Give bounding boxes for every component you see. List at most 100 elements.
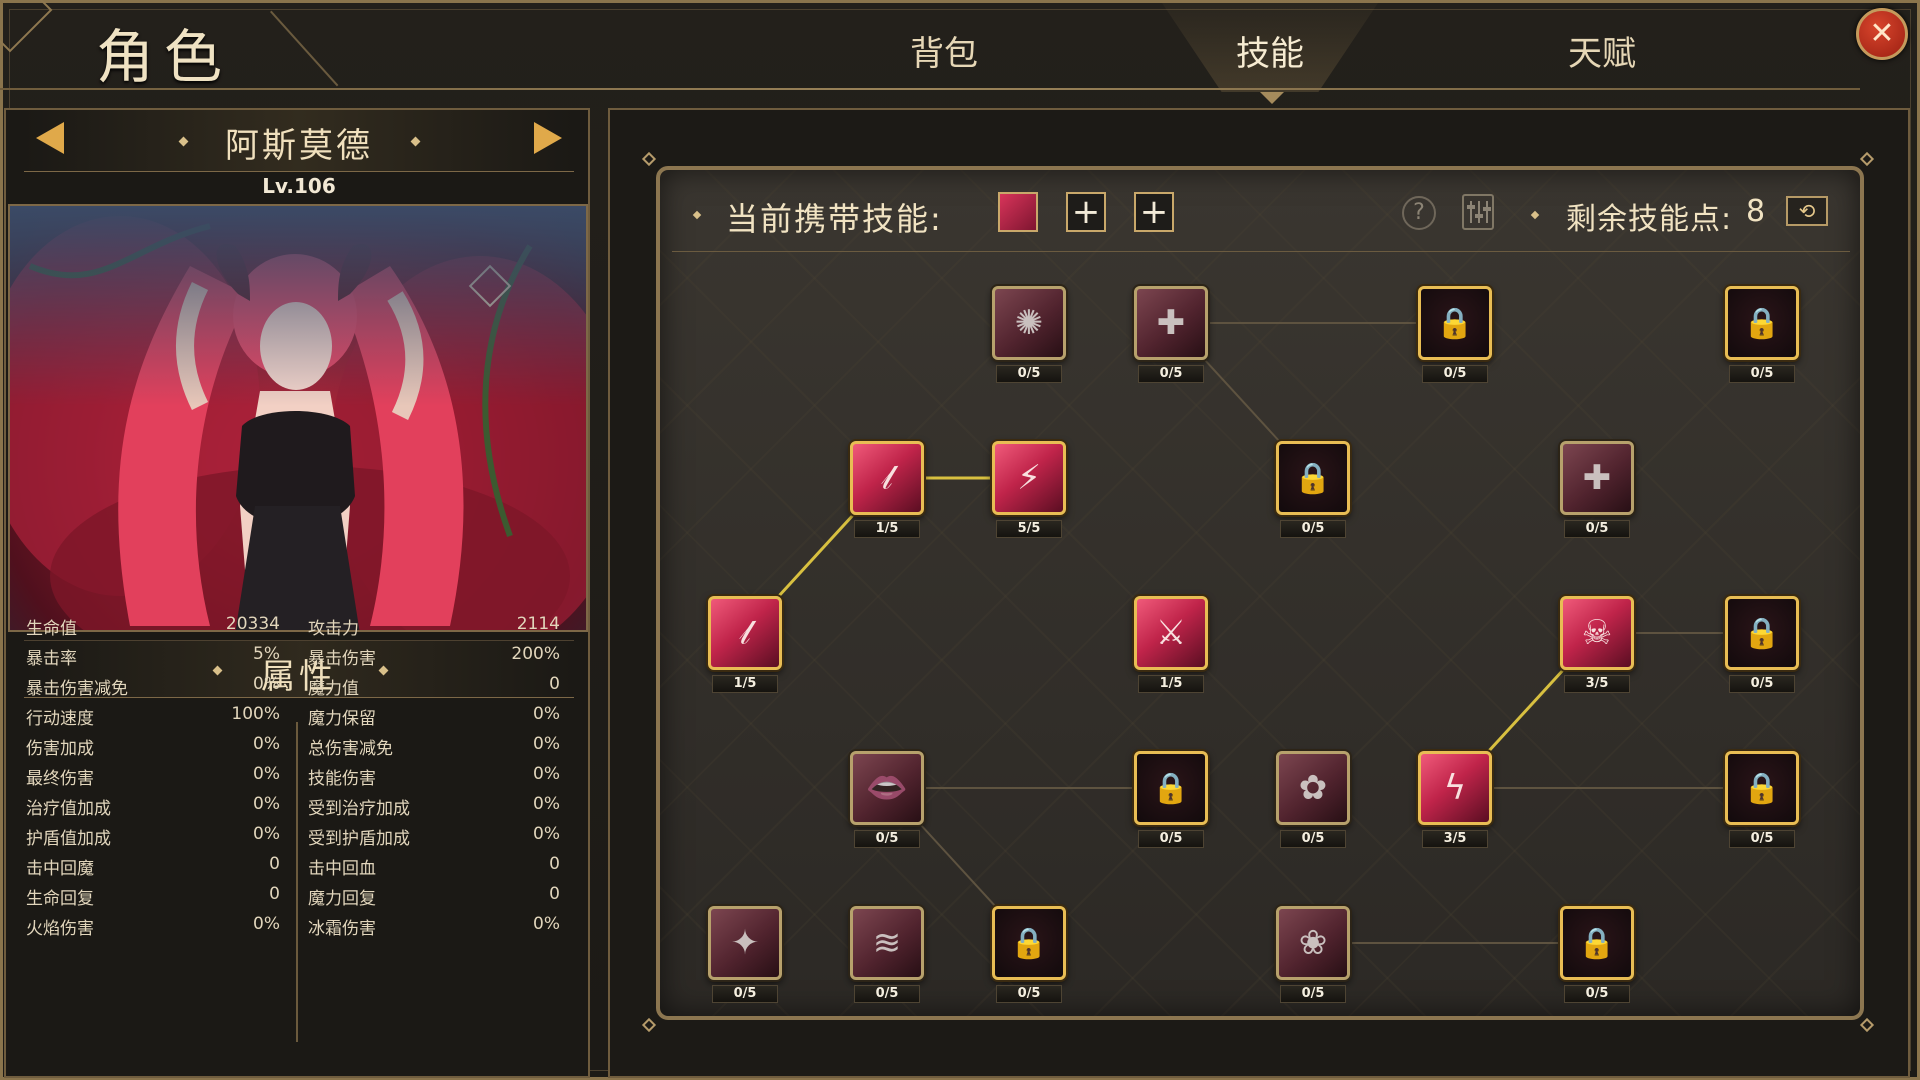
skill-icon: 👄 <box>865 768 909 808</box>
skill-level-label: 0/5 <box>1564 520 1630 538</box>
attribute-row: 生命值 20334 <box>26 614 280 639</box>
skill-node[interactable]: 𝓁 <box>850 441 924 515</box>
attribute-value: 200% <box>511 644 560 664</box>
skill-level-label: 0/5 <box>996 365 1062 383</box>
attribute-value: 5% <box>253 644 280 664</box>
skill-level-label: 3/5 <box>1422 830 1488 848</box>
attribute-value: 0 <box>269 884 280 904</box>
tab-skills[interactable]: 技能 <box>1180 26 1360 75</box>
character-portrait <box>8 204 588 632</box>
tab-talent[interactable]: 天赋 <box>1512 26 1692 75</box>
lock-icon: 🔒 <box>1743 615 1781 651</box>
attribute-row: 生命回复 0 <box>26 884 280 909</box>
header-divider <box>0 88 1860 90</box>
skill-icon: ✺ <box>1014 303 1044 343</box>
attribute-row: 行动速度 100% <box>26 704 280 729</box>
attribute-value: 0% <box>533 764 560 784</box>
skill-points-label: 剩余技能点: <box>1566 202 1733 237</box>
skill-level-label: 3/5 <box>1564 675 1630 693</box>
attribute-row: 魔力保留 0% <box>308 704 560 729</box>
skill-node-locked[interactable]: 🔒 <box>992 906 1066 980</box>
skill-node[interactable]: ✦ <box>708 906 782 980</box>
equipped-skill-slot-1[interactable] <box>998 192 1038 232</box>
add-skill-slot-button[interactable]: + <box>1134 192 1174 232</box>
skill-node[interactable]: 👄 <box>850 751 924 825</box>
attribute-name: 最终伤害 <box>26 769 94 789</box>
attribute-value: 0% <box>253 734 280 754</box>
skill-node[interactable]: ϟ <box>1418 751 1492 825</box>
attribute-row: 魔力回复 0 <box>308 884 560 909</box>
help-icon[interactable]: ? <box>1402 196 1436 230</box>
skill-level-label: 0/5 <box>1422 365 1488 383</box>
skill-level-label: 1/5 <box>712 675 778 693</box>
page-title: 角色 <box>96 23 233 91</box>
attribute-row: 暴击伤害 200% <box>308 644 560 669</box>
skill-node[interactable]: ⚔ <box>1134 596 1208 670</box>
add-skill-slot-button[interactable]: + <box>1066 192 1106 232</box>
attribute-name: 技能伤害 <box>308 769 376 789</box>
tab-backpack[interactable]: 背包 <box>854 26 1034 75</box>
skill-node[interactable]: ✿ <box>1276 751 1350 825</box>
skill-level-label: 0/5 <box>1564 985 1630 1003</box>
skill-level-label: 0/5 <box>1729 365 1795 383</box>
attribute-value: 0% <box>533 914 560 934</box>
attribute-row: 护盾值加成 0% <box>26 824 280 849</box>
skill-node-locked[interactable]: 🔒 <box>1725 286 1799 360</box>
reset-skills-button[interactable]: ⟲ <box>1786 196 1828 226</box>
next-character-arrow-icon[interactable] <box>534 122 562 154</box>
skill-node-locked[interactable]: 🔒 <box>1725 596 1799 670</box>
character-name-bar: 阿斯莫德 <box>24 110 574 172</box>
skill-node[interactable]: ❀ <box>1276 906 1350 980</box>
attribute-name: 魔力值 <box>308 679 359 699</box>
attribute-row: 魔力值 0 <box>308 674 560 699</box>
skill-node[interactable]: 𝓁 <box>708 596 782 670</box>
attribute-name: 受到护盾加成 <box>308 829 410 849</box>
skill-node[interactable]: ≋ <box>850 906 924 980</box>
skill-node-locked[interactable]: 🔒 <box>1725 751 1799 825</box>
title-divider <box>270 10 339 87</box>
skill-node-locked[interactable]: 🔒 <box>1276 441 1350 515</box>
corner-ornament <box>0 0 53 53</box>
close-icon: ✕ <box>1869 16 1895 51</box>
skill-node-locked[interactable]: 🔒 <box>1134 751 1208 825</box>
skill-icon: ✿ <box>1298 768 1328 808</box>
lock-icon: 🔒 <box>1436 305 1474 341</box>
attribute-row: 受到护盾加成 0% <box>308 824 560 849</box>
settings-sliders-icon[interactable] <box>1462 194 1494 230</box>
skill-level-label: 0/5 <box>1280 830 1346 848</box>
skill-node[interactable]: ✚ <box>1560 441 1634 515</box>
attribute-value: 100% <box>231 704 280 724</box>
close-button[interactable]: ✕ <box>1856 8 1908 60</box>
skill-level-label: 5/5 <box>996 520 1062 538</box>
attribute-value: 0 <box>269 854 280 874</box>
skill-node-locked[interactable]: 🔒 <box>1560 906 1634 980</box>
character-name: 阿斯莫德 <box>225 126 373 166</box>
attribute-row: 攻击力 2114 <box>308 614 560 639</box>
attribute-name: 火焰伤害 <box>26 919 94 939</box>
lock-icon: 🔒 <box>1578 925 1616 961</box>
skill-level-label: 0/5 <box>854 830 920 848</box>
skill-icon: ⚡ <box>1017 458 1041 498</box>
active-tab-indicator <box>1260 92 1284 104</box>
attribute-name: 冰霜伤害 <box>308 919 376 939</box>
skill-icon: ☠ <box>1581 613 1613 653</box>
skill-icon: ✦ <box>730 923 760 963</box>
skill-node-locked[interactable]: 🔒 <box>1418 286 1492 360</box>
skill-icon: ✚ <box>1582 458 1612 498</box>
attribute-value: 0% <box>253 824 280 844</box>
attribute-name: 攻击力 <box>308 619 359 639</box>
attribute-row: 击中回魔 0 <box>26 854 280 879</box>
skill-level-label: 0/5 <box>1138 365 1204 383</box>
attribute-row: 火焰伤害 0% <box>26 914 280 939</box>
skill-level-label: 0/5 <box>1729 830 1795 848</box>
attribute-value: 2114 <box>516 614 560 634</box>
attribute-value: 0 <box>549 674 560 694</box>
skill-icon: 𝓁 <box>881 458 893 498</box>
skill-node[interactable]: ☠ <box>1560 596 1634 670</box>
skill-node[interactable]: ✺ <box>992 286 1066 360</box>
attribute-value: 0% <box>253 914 280 934</box>
attribute-name: 魔力回复 <box>308 889 376 909</box>
skill-node[interactable]: ⚡ <box>992 441 1066 515</box>
skill-tree-board <box>656 166 1864 1020</box>
skill-node[interactable]: ✚ <box>1134 286 1208 360</box>
